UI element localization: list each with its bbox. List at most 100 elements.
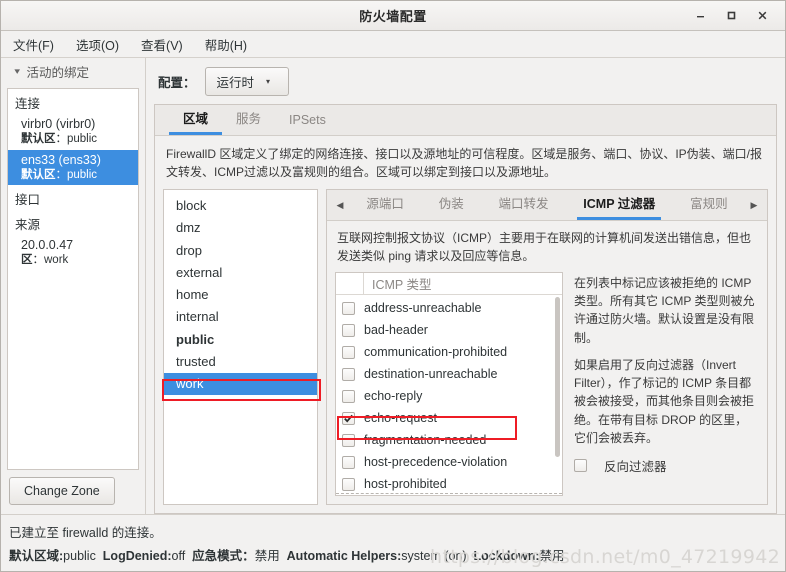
chevron-down-icon: ▾ (14, 65, 21, 76)
menu-item-file[interactable]: 文件(F) (11, 33, 56, 56)
list-bottom-divider (336, 493, 562, 495)
status-fields: 默认区域:public LogDenied:off 应急模式：禁用 Automa… (9, 545, 785, 564)
sub-tabs: 源端口 伪装 端口转发 ICMP 过滤器 富规则 (349, 190, 745, 220)
binding-subtitle: 默认区：public (21, 133, 98, 145)
icmp-row-host-precedence-violation[interactable]: host-precedence-violation (336, 451, 562, 473)
zones-panel: 区域 服务 IPSets FirewallD 区域定义了绑定的网络连接、接口以及… (154, 104, 777, 514)
status-panic-mode-label: 应急模式： (192, 549, 255, 563)
icmp-row-label: host-precedence-violation (364, 455, 508, 469)
icmp-row-address-unreachable[interactable]: address-unreachable (336, 297, 562, 319)
configuration-row: 配置： 运行时 ▾ (146, 58, 785, 104)
icmp-row-echo-request[interactable]: echo-request (336, 407, 562, 429)
icmp-note-paragraph-1: 在列表中标记应该被拒绝的 ICMP 类型。所有其它 ICMP 类型则被允许通过防… (574, 276, 755, 345)
icmp-row-fragmentation-needed[interactable]: fragmentation-needed (336, 429, 562, 451)
icmp-description: 互联网控制报文协议（ICMP）主要用于在联网的计算机间发送出错信息，但也发送类似… (337, 231, 752, 263)
icmp-row-list: address-unreachable bad-header communica (336, 295, 562, 495)
main-panel: 配置： 运行时 ▾ 区域 服务 IPSets FirewallD 区域定义了绑定… (146, 58, 785, 514)
tab-scroll-right-icon[interactable]: ▶ (745, 200, 763, 211)
menu-item-view[interactable]: 查看(V) (139, 33, 185, 56)
zone-item-dmz[interactable]: dmz (164, 217, 317, 239)
zone-item-trusted[interactable]: trusted (164, 351, 317, 373)
zone-item-block[interactable]: block (164, 195, 317, 217)
icmp-row-label: bad-header (364, 323, 428, 337)
checkbox[interactable] (342, 389, 355, 403)
icmp-row-bad-header[interactable]: bad-header (336, 319, 562, 341)
icmp-type-table[interactable]: ICMP 类型 address-unreachable bad-header c… (335, 272, 563, 496)
binding-item-virbr0[interactable]: virbr0 (virbr0) 默认区：public (8, 114, 138, 150)
binding-sub-label: 默认区 (21, 133, 56, 145)
icmp-row-label: host-prohibited (364, 477, 447, 491)
checkbox[interactable] (342, 323, 355, 337)
tab-port-forwarding[interactable]: 端口转发 (492, 190, 554, 220)
binding-name: 20.0.0.47 (21, 238, 74, 253)
tab-zones[interactable]: 区域 (169, 102, 223, 135)
tab-ipsets[interactable]: IPSets (275, 107, 340, 135)
active-bindings-header[interactable]: ▾ 活动的绑定 (1, 58, 145, 84)
icmp-row-label: communication-prohibited (364, 345, 508, 359)
binding-sub-label: 默认区 (21, 168, 56, 181)
status-automatic-helpers-value: system (on) (401, 549, 467, 563)
icmp-row-echo-reply[interactable]: echo-reply (336, 385, 562, 407)
tab-rich-rules[interactable]: 富规则 (684, 190, 734, 220)
icmp-row-label: destination-unreachable (364, 367, 498, 381)
checkbox[interactable] (342, 477, 355, 491)
tab-icmp-filter[interactable]: ICMP 过滤器 (577, 190, 662, 220)
icmp-row-host-prohibited[interactable]: host-prohibited (336, 473, 562, 495)
binding-item-ens33[interactable]: ens33 (ens33) 默认区：public (8, 149, 138, 186)
tab-services[interactable]: 服务 (222, 102, 275, 135)
zones-inner: block dmz drop external home internal pu… (155, 189, 776, 513)
status-lockdown-label: Lockdown: (473, 549, 540, 563)
scrollbar-thumb[interactable] (555, 297, 560, 457)
tab-masquerading[interactable]: 伪装 (433, 190, 470, 220)
status-logdenied-label: LogDenied: (102, 549, 172, 563)
status-automatic-helpers-label: Automatic Helpers: (286, 549, 402, 563)
icmp-notes: 在列表中标记应该被拒绝的 ICMP 类型。所有其它 ICMP 类型则被允许通过防… (572, 272, 759, 496)
tab-scroll-left-icon[interactable]: ◀ (331, 200, 349, 211)
icmp-content: ICMP 类型 address-unreachable bad-header c… (327, 272, 767, 504)
icmp-row-destination-unreachable[interactable]: destination-unreachable (336, 363, 562, 385)
bindings-group-connections: 连接 (15, 97, 41, 111)
binding-name: ens33 (ens33) (21, 152, 101, 167)
status-connection-line: 已建立至 firewalld 的连接。 (9, 526, 162, 540)
firewall-config-window: 防火墙配置 文件(F) 选项(O) 查看(V) 帮助(H) ▾ 活动的绑定 连接… (0, 0, 786, 572)
top-tab-bar: 区域 服务 IPSets (155, 105, 776, 136)
invert-filter-checkbox[interactable] (574, 459, 587, 473)
zone-item-external[interactable]: external (164, 262, 317, 284)
close-icon[interactable] (755, 9, 769, 23)
binding-sub-value: public (67, 133, 98, 145)
invert-filter-row[interactable]: 反向过滤器 (574, 456, 757, 475)
title-bar: 防火墙配置 (1, 1, 785, 31)
tab-source-ports[interactable]: 源端口 (360, 190, 410, 220)
zone-item-internal[interactable]: internal (164, 306, 317, 328)
status-bar: 已建立至 firewalld 的连接。 默认区域:public LogDenie… (1, 514, 785, 571)
zone-item-drop[interactable]: drop (164, 240, 317, 262)
binding-item-source-address[interactable]: 20.0.0.47 区：work (8, 235, 138, 271)
zone-item-home[interactable]: home (164, 284, 317, 306)
checkbox[interactable] (342, 301, 355, 315)
maximize-icon[interactable] (724, 9, 738, 23)
zone-description: FirewallD 区域定义了绑定的网络连接、接口以及源地址的可信程度。区域是服… (155, 136, 776, 189)
icmp-row-communication-prohibited[interactable]: communication-prohibited (336, 341, 562, 363)
icmp-list-scrollbar[interactable] (555, 297, 560, 491)
zone-item-public[interactable]: public (164, 329, 317, 351)
binding-subtitle: 区：work (21, 254, 69, 267)
checkbox[interactable] (342, 455, 355, 469)
checkbox[interactable] (342, 433, 355, 447)
minimize-icon[interactable] (693, 9, 707, 23)
checkbox[interactable] (342, 345, 355, 359)
configuration-select[interactable]: 运行时 ▾ (204, 67, 289, 96)
checkbox[interactable] (342, 367, 355, 381)
checkbox[interactable] (342, 411, 355, 425)
zone-item-work[interactable]: work (164, 373, 317, 396)
active-bindings-title: 活动的绑定 (26, 65, 90, 80)
configuration-label: 配置： (158, 76, 196, 90)
zone-list[interactable]: block dmz drop external home internal pu… (162, 189, 321, 505)
change-zone-wrap: Change Zone (1, 470, 145, 514)
bindings-group-sources: 来源 (15, 218, 41, 233)
binding-subtitle: 默认区：public (21, 168, 98, 181)
menu-item-options[interactable]: 选项(O) (74, 33, 121, 56)
status-logdenied-value: off (171, 549, 186, 563)
bindings-list[interactable]: 连接 virbr0 (virbr0) 默认区：public ens33 (ens… (7, 88, 139, 470)
change-zone-button[interactable]: Change Zone (9, 477, 115, 505)
menu-item-help[interactable]: 帮助(H) (203, 33, 249, 56)
